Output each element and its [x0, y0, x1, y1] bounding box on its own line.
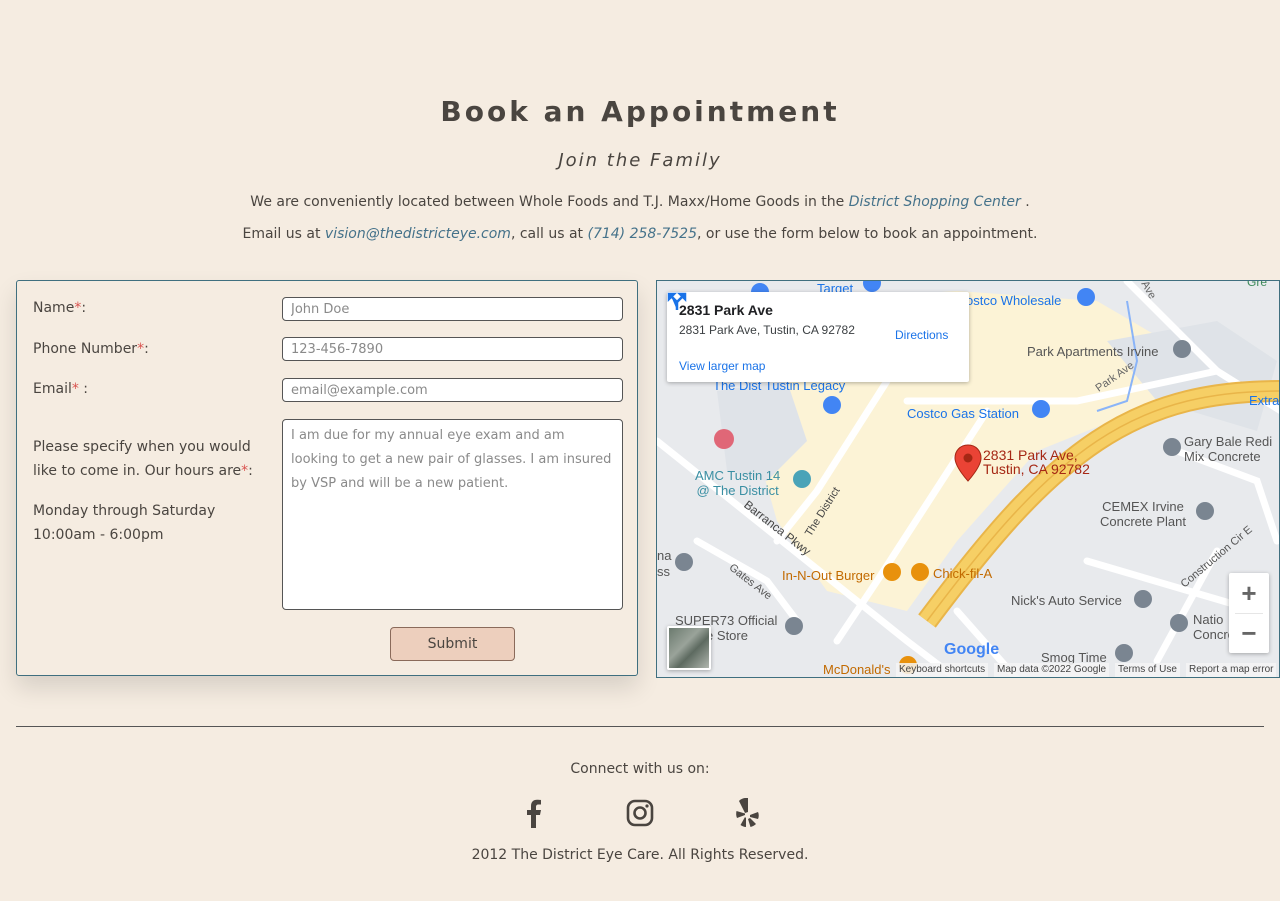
hours-prompt: Please specify when you would like to co… — [33, 435, 253, 483]
hours-prompt-line: like to come in. Our hours are*: — [33, 459, 253, 483]
map-label-line: Gary Bale Redi — [1184, 434, 1273, 449]
map-label-mcdonalds[interactable]: McDonald's — [823, 662, 891, 677]
submit-button[interactable]: Submit — [390, 627, 515, 661]
marker-label: 2831 Park Ave, Tustin, CA 92782 — [983, 448, 1090, 476]
map-info-card: 2831 Park Ave 2831 Park Ave, Tustin, CA … — [667, 292, 969, 382]
label-colon: : — [248, 463, 253, 479]
email-input[interactable] — [282, 378, 623, 402]
map-label-costco-wholesale[interactable]: ostco Wholesale — [966, 293, 1061, 308]
view-larger-map-link[interactable]: View larger map — [679, 359, 765, 373]
map-label-gary-bale[interactable]: Gary Bale Redi Mix Concrete — [1184, 434, 1272, 464]
map-label-line: @ The District — [696, 483, 779, 498]
appointment-form: Name*: Phone Number*: Email* : Please sp… — [16, 280, 638, 676]
map-label-chickfila[interactable]: Chick-fil-A — [933, 566, 992, 581]
map-label-line: Concrete Plant — [1100, 514, 1186, 529]
phone-link[interactable]: (714) 258-7525 — [588, 226, 698, 242]
intro-contact-text: Email us at vision@thedistricteye.com, c… — [0, 226, 1280, 242]
name-label: Name*: — [33, 300, 86, 316]
hours-prompt-line: Please specify when you would — [33, 439, 251, 455]
facebook-icon[interactable] — [517, 795, 549, 831]
facebook-glyph — [527, 799, 541, 828]
business-hours: Monday through Saturday 10:00am - 6:00pm — [33, 499, 215, 547]
map-card-title: 2831 Park Ave — [679, 302, 773, 318]
map-label-extra[interactable]: Extra — [1249, 393, 1279, 408]
map-label-nicks-auto[interactable]: Nick's Auto Service — [1011, 593, 1122, 608]
marker-label-line: Tustin, CA 92782 — [983, 461, 1090, 477]
map-label-partial-left: na ss — [657, 548, 671, 580]
connect-label: Connect with us on: — [570, 761, 710, 777]
district-shopping-center-link[interactable]: District Shopping Center — [849, 194, 1021, 210]
map-label-line: CEMEX Irvine — [1102, 499, 1184, 514]
map-label-innout[interactable]: In-N-Out Burger — [782, 568, 874, 583]
google-logo: Google — [944, 641, 999, 659]
keyboard-shortcuts-link[interactable]: Keyboard shortcuts — [896, 663, 989, 677]
hours-days: Monday through Saturday — [33, 503, 216, 519]
page-title: Book an Appointment — [440, 95, 840, 128]
intro-text: , call us at — [510, 226, 588, 242]
phone-label: Phone Number*: — [33, 341, 149, 357]
map-label-line: Mix Concrete — [1184, 449, 1261, 464]
zoom-controls: + − — [1229, 573, 1269, 653]
required-marker: * — [137, 341, 145, 357]
name-label-text: Name — [33, 300, 75, 316]
hours-prompt-text: like to come in. Our hours are — [33, 463, 242, 479]
directions-link[interactable]: Directions — [895, 328, 948, 342]
phone-label-text: Phone Number — [33, 341, 138, 357]
terms-of-use-link[interactable]: Terms of Use — [1115, 663, 1180, 677]
page-subtitle: Join the Family — [558, 150, 722, 171]
intro-location-text: We are conveniently located between Whol… — [0, 194, 1280, 210]
email-label-text: Email — [33, 381, 72, 397]
instagram-icon[interactable] — [624, 795, 656, 831]
map-label-line: na — [657, 548, 672, 563]
email-label: Email* : — [33, 381, 88, 397]
footer-divider — [16, 726, 1264, 727]
map-card-address: 2831 Park Ave, Tustin, CA 92782 — [679, 323, 855, 337]
label-colon: : — [81, 300, 87, 316]
phone-input[interactable] — [282, 337, 623, 361]
intro-text: Email us at — [242, 226, 325, 242]
copyright-text: 2012 The District Eye Care. All Rights R… — [471, 847, 809, 863]
directions-icon[interactable] — [667, 292, 687, 312]
name-input[interactable] — [282, 297, 623, 321]
hours-times: 10:00am - 6:00pm — [33, 527, 164, 543]
map-label-park-apartments[interactable]: Park Apartments Irvine — [1027, 344, 1159, 359]
map-label-amc[interactable]: AMC Tustin 14 @ The District — [695, 468, 780, 498]
map-label-cemex[interactable]: CEMEX Irvine Concrete Plant — [1100, 499, 1186, 529]
map-label-line: AMC Tustin 14 — [695, 468, 781, 483]
intro-text: We are conveniently located between Whol… — [250, 194, 849, 210]
zoom-in-button[interactable]: + — [1229, 573, 1269, 613]
map-label-gre: Gre — [1247, 280, 1268, 289]
google-logo-text: Google — [944, 641, 1000, 658]
map-label-costco-gas[interactable]: Costco Gas Station — [907, 406, 1019, 421]
zoom-out-button[interactable]: − — [1229, 613, 1269, 653]
satellite-toggle-button[interactable] — [667, 626, 711, 670]
message-textarea[interactable] — [282, 419, 623, 610]
intro-text-end: , or use the form below to book an appoi… — [697, 226, 1038, 242]
label-colon: : — [144, 341, 149, 357]
email-link[interactable]: vision@thedistricteye.com — [325, 226, 511, 242]
marker-label-line: 2831 Park Ave, — [983, 447, 1078, 463]
yelp-glyph — [736, 798, 759, 827]
report-map-error-link[interactable]: Report a map error — [1186, 663, 1277, 677]
required-marker: * — [71, 381, 79, 397]
label-colon: : — [78, 381, 89, 397]
intro-text-end: . — [1020, 194, 1030, 210]
embedded-map[interactable]: Target ostco Wholesale Ave Gre Park Apar… — [656, 280, 1280, 678]
instagram-glyph — [626, 799, 654, 827]
map-label-line: ss — [657, 564, 670, 579]
yelp-icon[interactable] — [731, 795, 763, 831]
map-data-attribution: Map data ©2022 Google — [994, 663, 1110, 677]
